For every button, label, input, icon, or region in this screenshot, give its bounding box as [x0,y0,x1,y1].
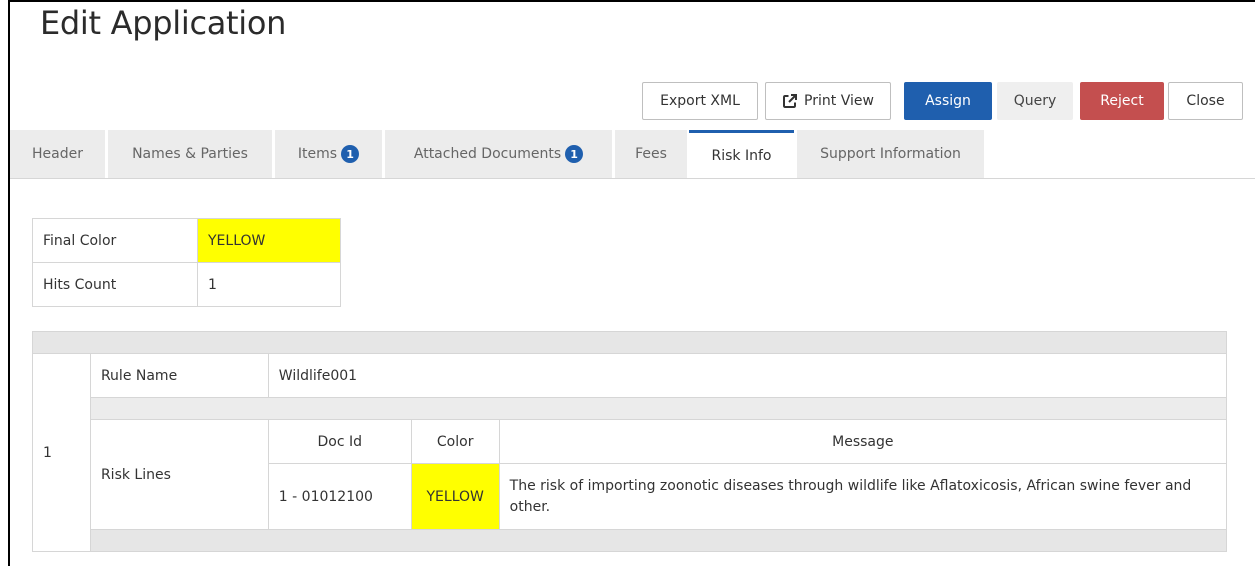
table-header-bar [32,331,1227,354]
final-color-value: YELLOW [197,218,341,263]
message-cell: The risk of importing zoonotic diseases … [498,463,1228,530]
tab-risk-info[interactable]: Risk Info [689,130,794,178]
tab-label: Attached Documents [413,146,562,162]
tab-label: Support Information [820,146,961,162]
tab-bar-divider [10,178,1255,179]
tab-bar: Header Names & Parties Items 1 Attached … [10,130,1255,179]
tab-header[interactable]: Header [10,130,105,178]
tab-label: Header [32,146,83,162]
risk-rules-table: 1 Rule Name Wildlife001 Risk Lines Doc I… [32,331,1228,552]
close-button[interactable]: Close [1168,82,1243,120]
tab-support-information[interactable]: Support Information [797,130,984,178]
column-header-color: Color [410,419,500,464]
print-view-label: Print View [804,93,874,109]
external-link-icon [782,93,798,109]
rule-index: 1 [32,353,91,552]
rule-name-value: Wildlife001 [267,353,1228,398]
risk-lines-header-row: Risk Lines Doc Id Color Message [33,419,1228,530]
rule-separator-row [33,397,1228,420]
risk-summary-table: Final Color YELLOW Hits Count 1 [32,218,341,307]
tab-label: Items [297,146,338,162]
rule-name-label: Rule Name [89,353,269,398]
tab-label: Risk Info [711,147,772,164]
query-label: Query [1013,93,1057,109]
tab-label: Fees [635,146,667,162]
hits-count-row: Hits Count 1 [32,262,341,307]
final-color-label: Final Color [32,218,198,263]
doc-id-cell: 1 - 01012100 [267,463,412,530]
table-footer-bar [33,529,1228,552]
color-cell: YELLOW [410,463,500,530]
reject-label: Reject [1100,93,1144,109]
rule-name-row: 1 Rule Name Wildlife001 [32,353,1228,552]
items-count-badge: 1 [341,145,360,163]
column-header-message: Message [498,419,1228,464]
tab-attached-documents[interactable]: Attached Documents 1 [385,130,612,178]
risk-lines-label: Risk Lines [89,419,269,530]
attached-documents-count-badge: 1 [565,145,584,163]
close-label: Close [1186,93,1225,109]
hits-count-label: Hits Count [32,262,198,307]
window-border-top [8,0,1255,2]
query-button[interactable]: Query [997,82,1073,120]
tab-fees[interactable]: Fees [615,130,687,178]
export-xml-label: Export XML [660,93,740,109]
footer-bar-cell [89,529,1228,552]
column-header-doc-id: Doc Id [267,419,412,464]
export-xml-button[interactable]: Export XML [642,82,758,120]
reject-button[interactable]: Reject [1080,82,1164,120]
tab-names-parties[interactable]: Names & Parties [108,130,272,178]
hits-count-value: 1 [197,262,341,307]
assign-label: Assign [925,93,971,109]
tab-items[interactable]: Items 1 [275,130,382,178]
final-color-row: Final Color YELLOW [32,218,341,263]
page-title: Edit Application [40,4,287,42]
window-border-left [8,0,10,566]
print-view-button[interactable]: Print View [765,82,891,120]
separator-cell [89,397,1228,420]
assign-button[interactable]: Assign [904,82,992,120]
header-bar-cell [32,331,1227,354]
tab-label: Names & Parties [132,146,248,162]
